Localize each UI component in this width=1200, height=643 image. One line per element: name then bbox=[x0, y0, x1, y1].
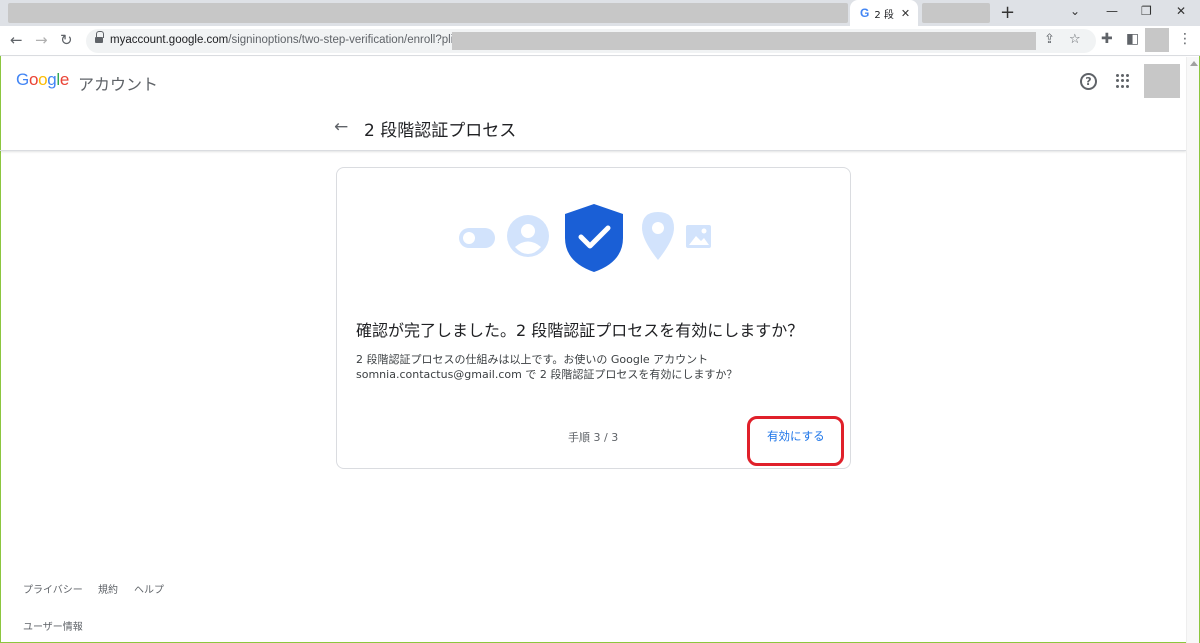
url-text[interactable]: myaccount.google.com/signinoptions/two-s… bbox=[110, 34, 460, 46]
account-avatar[interactable] bbox=[1144, 64, 1180, 98]
tab-search-icon[interactable]: ⌄ bbox=[1070, 4, 1080, 18]
minimize-button[interactable]: — bbox=[1106, 4, 1118, 18]
card-heading: 確認が完了しました。2 段階認証プロセスを有効にしますか？ bbox=[356, 321, 804, 340]
active-tab-title: 2 段 bbox=[874, 9, 894, 21]
card-description: 2 段階認証プロセスの仕組みは以上です。お使いの Google アカウント so… bbox=[356, 352, 816, 382]
scroll-up-arrow-icon[interactable] bbox=[1190, 61, 1198, 66]
new-tab-button[interactable]: + bbox=[1000, 2, 1015, 23]
back-arrow-icon[interactable]: ← bbox=[334, 117, 348, 137]
browser-profile-avatar[interactable] bbox=[1145, 28, 1169, 52]
step-indicator: 手順 3 / 3 bbox=[568, 431, 619, 444]
apps-icon[interactable] bbox=[1116, 74, 1130, 88]
footer-terms-link[interactable]: 規約 bbox=[98, 581, 118, 596]
active-tab[interactable]: G 2 段 ✕ bbox=[850, 0, 918, 26]
footer-user-info-link[interactable]: ユーザー情報 bbox=[23, 618, 83, 633]
google-favicon-icon: G bbox=[860, 6, 870, 20]
redacted-url-part bbox=[452, 32, 1036, 50]
toggle-icon bbox=[459, 228, 495, 248]
description-line-1: 2 段階認証プロセスの仕組みは以上です。お使いの Google アカウント bbox=[356, 353, 709, 366]
description-line-2: somnia.contactus@gmail.com で 2 段階認証プロセスを… bbox=[356, 368, 738, 381]
close-tab-icon[interactable]: ✕ bbox=[901, 7, 910, 20]
close-window-button[interactable]: ✕ bbox=[1176, 4, 1186, 18]
menu-kebab-icon[interactable]: ⋮ bbox=[1178, 31, 1192, 47]
hero-illustration bbox=[459, 204, 711, 272]
tab-strip: G 2 段 ✕ + ⌄ — ❐ ✕ bbox=[0, 0, 1200, 26]
bookmark-star-icon[interactable]: ☆ bbox=[1069, 32, 1081, 47]
side-panel-icon[interactable]: ◧ bbox=[1126, 31, 1139, 47]
extensions-icon[interactable]: ✚ bbox=[1101, 31, 1113, 47]
shield-check-icon bbox=[565, 204, 623, 272]
confirmation-card: 確認が完了しました。2 段階認証プロセスを有効にしますか？ 2 段階認証プロセス… bbox=[336, 167, 851, 469]
person-icon bbox=[507, 215, 549, 257]
back-button[interactable]: ← bbox=[10, 31, 23, 49]
footer-help-link[interactable]: ヘルプ bbox=[134, 581, 164, 596]
enable-button[interactable]: 有効にする bbox=[767, 428, 825, 444]
redacted-tab[interactable] bbox=[8, 3, 848, 23]
location-pin-icon bbox=[642, 212, 674, 260]
scrollbar[interactable] bbox=[1186, 57, 1199, 643]
help-icon[interactable]: ? bbox=[1080, 73, 1097, 90]
lock-icon[interactable] bbox=[95, 31, 104, 44]
google-logo[interactable]: Google bbox=[16, 70, 69, 90]
address-bar[interactable]: myaccount.google.com/signinoptions/two-s… bbox=[86, 29, 1096, 53]
share-icon[interactable]: ⇪ bbox=[1044, 32, 1055, 47]
account-header: Google アカウント ? ← 2 段階認証プロセス bbox=[0, 57, 1186, 151]
footer-privacy-link[interactable]: プライバシー bbox=[23, 581, 83, 596]
browser-toolbar: ← → ↻ myaccount.google.com/signinoptions… bbox=[0, 26, 1200, 56]
redacted-tab[interactable] bbox=[922, 3, 990, 23]
restore-button[interactable]: ❐ bbox=[1141, 4, 1152, 18]
reload-button[interactable]: ↻ bbox=[60, 31, 73, 49]
forward-button[interactable]: → bbox=[35, 31, 48, 49]
page-title: 2 段階認証プロセス bbox=[364, 121, 517, 141]
logo-suffix[interactable]: アカウント bbox=[78, 71, 158, 95]
image-icon bbox=[686, 225, 711, 248]
